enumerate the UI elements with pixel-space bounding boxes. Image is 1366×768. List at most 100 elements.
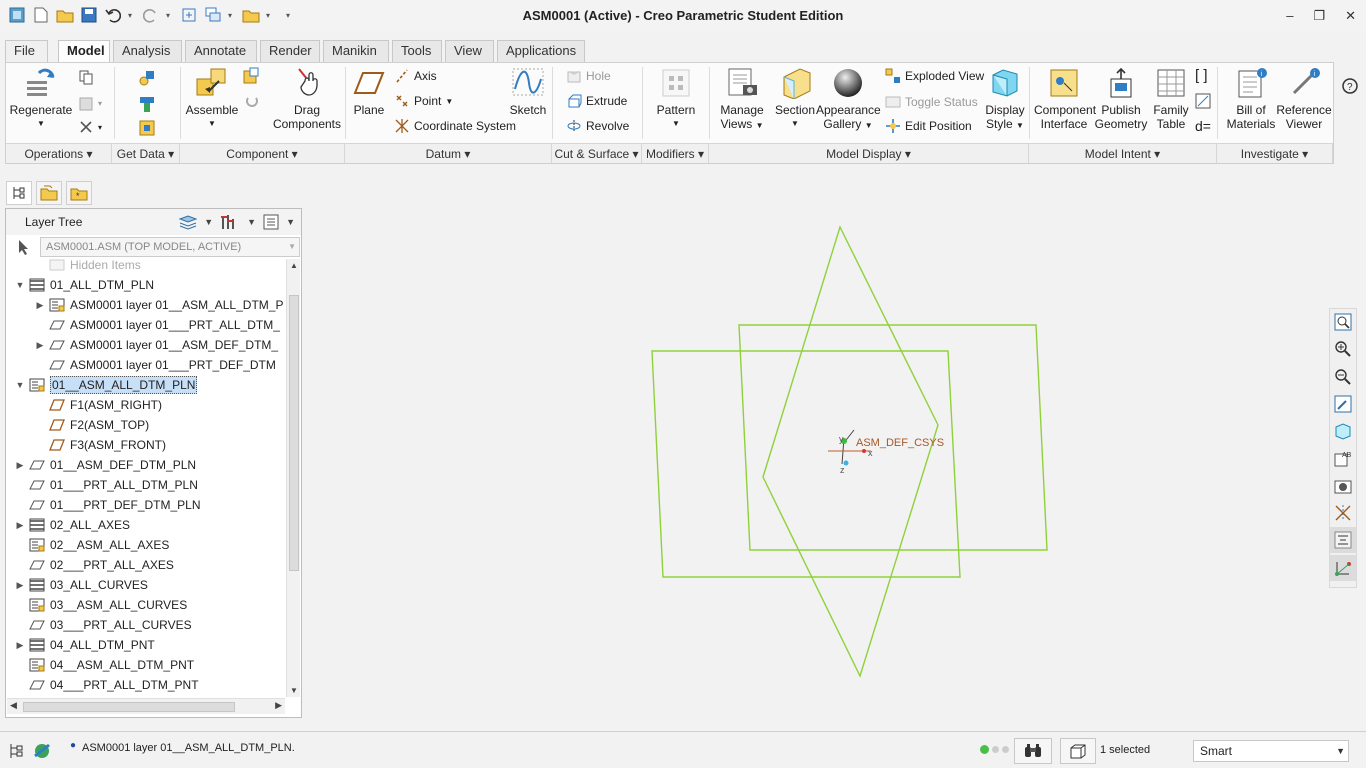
display-style-button[interactable]: Display Style ▼ [982, 67, 1028, 133]
tab-annotate[interactable]: Annotate [185, 40, 257, 62]
repeat-button[interactable] [244, 93, 260, 109]
expand-toggle-icon[interactable]: ▶ [15, 575, 25, 595]
copy-button[interactable] [78, 69, 94, 85]
toggle-navigator-button[interactable] [8, 742, 26, 763]
coordinate-system-marker[interactable]: y x z ASM_DEF_CSYS [828, 429, 944, 475]
close-window-icon[interactable] [242, 6, 260, 24]
d-equals-button[interactable]: d= [1195, 118, 1211, 134]
regenerate-quick-icon[interactable] [180, 6, 198, 24]
group-model-display[interactable]: Model Display ▾ [709, 143, 1029, 163]
selection-box-button[interactable] [1060, 738, 1096, 764]
tree-row[interactable]: 01___PRT_DEF_DTM_PLN [7, 495, 285, 515]
group-cut-surface[interactable]: Cut & Surface ▾ [552, 143, 642, 163]
tree-row[interactable]: 03__ASM_ALL_CURVES [7, 595, 285, 615]
folder-browser-tab[interactable] [36, 181, 62, 205]
app-icon[interactable] [8, 6, 26, 24]
help-icon[interactable]: ? [1342, 77, 1358, 97]
tree-row[interactable]: ▶ 04_ALL_DTM_PNT [7, 635, 285, 655]
open-folder-icon[interactable] [56, 6, 74, 24]
windows-icon[interactable] [204, 6, 222, 24]
view-manager-button[interactable] [1330, 473, 1356, 499]
tree-row[interactable]: ASM0001 layer 01___PRT_DEF_DTM [7, 355, 285, 375]
bill-of-materials-button[interactable]: i Bill of Materials [1224, 67, 1278, 131]
tree-row[interactable]: 02__ASM_ALL_AXES [7, 535, 285, 555]
scroll-up-icon[interactable]: ▲ [290, 261, 298, 270]
point-button[interactable]: Point ▼ [394, 93, 453, 109]
undo-icon[interactable] [104, 6, 122, 24]
scroll-right-icon[interactable]: ▶ [275, 700, 282, 711]
datum-display-filters-button[interactable] [1330, 500, 1356, 526]
settings-dropdown-icon[interactable]: ▼ [247, 217, 256, 227]
group-datum[interactable]: Datum ▾ [345, 143, 552, 163]
appearance-gallery-button[interactable]: Appearance Gallery ▼ [816, 67, 881, 133]
tree-row[interactable]: ASM0001 layer 01___PRT_ALL_DTM_ [7, 315, 285, 335]
revolve-button[interactable]: Revolve [566, 118, 629, 134]
regenerate-button[interactable]: Regenerate ▼ [9, 67, 73, 131]
tab-file[interactable]: File ▾ [5, 40, 48, 77]
vertical-scrollbar[interactable]: ▲ ▼ [286, 259, 300, 697]
exploded-view-button[interactable]: Exploded View [885, 68, 984, 84]
find-button[interactable] [1014, 738, 1052, 764]
extrude-button[interactable]: Extrude [566, 93, 627, 109]
plane-button[interactable]: Plane [350, 67, 388, 117]
layers-dropdown-icon[interactable]: ▼ [204, 217, 213, 227]
expand-toggle-icon[interactable]: ▶ [15, 455, 25, 475]
shrinkwrap-button[interactable] [138, 119, 156, 137]
tree-row[interactable]: ▼ 01__ASM_ALL_DTM_PLN [7, 375, 285, 395]
refit-button[interactable] [1330, 309, 1356, 335]
tree-row[interactable]: 01___PRT_ALL_DTM_PLN [7, 475, 285, 495]
group-investigate[interactable]: Investigate ▾ [1217, 143, 1333, 163]
show-icon[interactable] [262, 214, 280, 230]
datum-plane-front[interactable] [651, 350, 961, 578]
toggle-status-button[interactable]: Toggle Status [885, 94, 978, 110]
tab-render[interactable]: Render [260, 40, 320, 62]
display-style-toolbar-button[interactable] [1330, 418, 1356, 444]
toggle-browser-button[interactable] [32, 742, 52, 763]
tree-row[interactable]: ▶ 03_ALL_CURVES [7, 575, 285, 595]
customize-toolbar-icon[interactable]: ▾ [286, 11, 294, 20]
publish-geometry-button[interactable]: Publish Geometry [1094, 67, 1148, 131]
tree-row[interactable]: F3(ASM_FRONT) [7, 435, 285, 455]
create-component-button[interactable] [242, 67, 260, 85]
group-model-intent[interactable]: Model Intent ▾ [1029, 143, 1217, 163]
horizontal-scroll-thumb[interactable] [23, 702, 235, 712]
tree-row[interactable]: ▼ 01_ALL_DTM_PLN [7, 275, 285, 295]
group-component[interactable]: Component ▾ [180, 143, 345, 163]
tree-row[interactable]: 04__ASM_ALL_DTM_PNT [7, 655, 285, 675]
collapse-toggle-icon[interactable]: ▼ [15, 375, 25, 395]
reference-viewer-button[interactable]: i Reference Viewer [1276, 67, 1332, 131]
expand-toggle-icon[interactable]: ▶ [35, 295, 45, 315]
layer-settings-icon[interactable] [219, 213, 241, 231]
pattern-button[interactable]: Pattern ▼ [653, 67, 699, 131]
assemble-button[interactable]: Assemble ▼ [184, 67, 240, 131]
favorites-tab[interactable]: * [66, 181, 92, 205]
close-button[interactable]: ✕ [1345, 8, 1356, 24]
repaint-button[interactable] [1330, 391, 1356, 417]
redo-icon[interactable] [142, 6, 160, 24]
relations-button[interactable]: [ ] [1195, 67, 1208, 84]
expand-toggle-icon[interactable]: ▶ [35, 335, 45, 355]
tab-model[interactable]: Model [58, 40, 110, 63]
component-interface-button[interactable]: Component Interface [1034, 67, 1096, 131]
coordinate-system-button[interactable]: Coordinate System [394, 118, 516, 134]
minimize-button[interactable]: – [1286, 8, 1293, 24]
vertical-scroll-thumb[interactable] [289, 295, 299, 571]
scroll-down-icon[interactable]: ▼ [290, 686, 298, 695]
tree-row[interactable]: ▶ ASM0001 layer 01__ASM_ALL_DTM_P [7, 295, 285, 315]
edit-position-button[interactable]: Edit Position [885, 118, 972, 134]
tab-tools[interactable]: Tools [392, 40, 442, 62]
tree-row[interactable]: ▶ 01__ASM_DEF_DTM_PLN [7, 455, 285, 475]
tree-row[interactable]: F2(ASM_TOP) [7, 415, 285, 435]
datum-planes-view[interactable]: y x z ASM_DEF_CSYS [306, 176, 1324, 726]
close-window-dropdown-icon[interactable]: ▾ [266, 11, 274, 20]
tree-row[interactable]: 03___PRT_ALL_CURVES [7, 615, 285, 635]
maximize-button[interactable]: ❐ [1313, 8, 1325, 24]
tree-row[interactable]: Hidden Items [7, 259, 285, 275]
parameters-button[interactable] [1195, 93, 1211, 109]
tab-manikin[interactable]: Manikin [323, 40, 389, 62]
paste-button[interactable]: ▾ [78, 95, 102, 111]
scroll-left-icon[interactable]: ◀ [10, 700, 17, 711]
windows-dropdown-icon[interactable]: ▾ [228, 11, 236, 20]
expand-toggle-icon[interactable]: ▶ [15, 635, 25, 655]
graphics-window[interactable]: y x z ASM_DEF_CSYS [306, 176, 1324, 726]
